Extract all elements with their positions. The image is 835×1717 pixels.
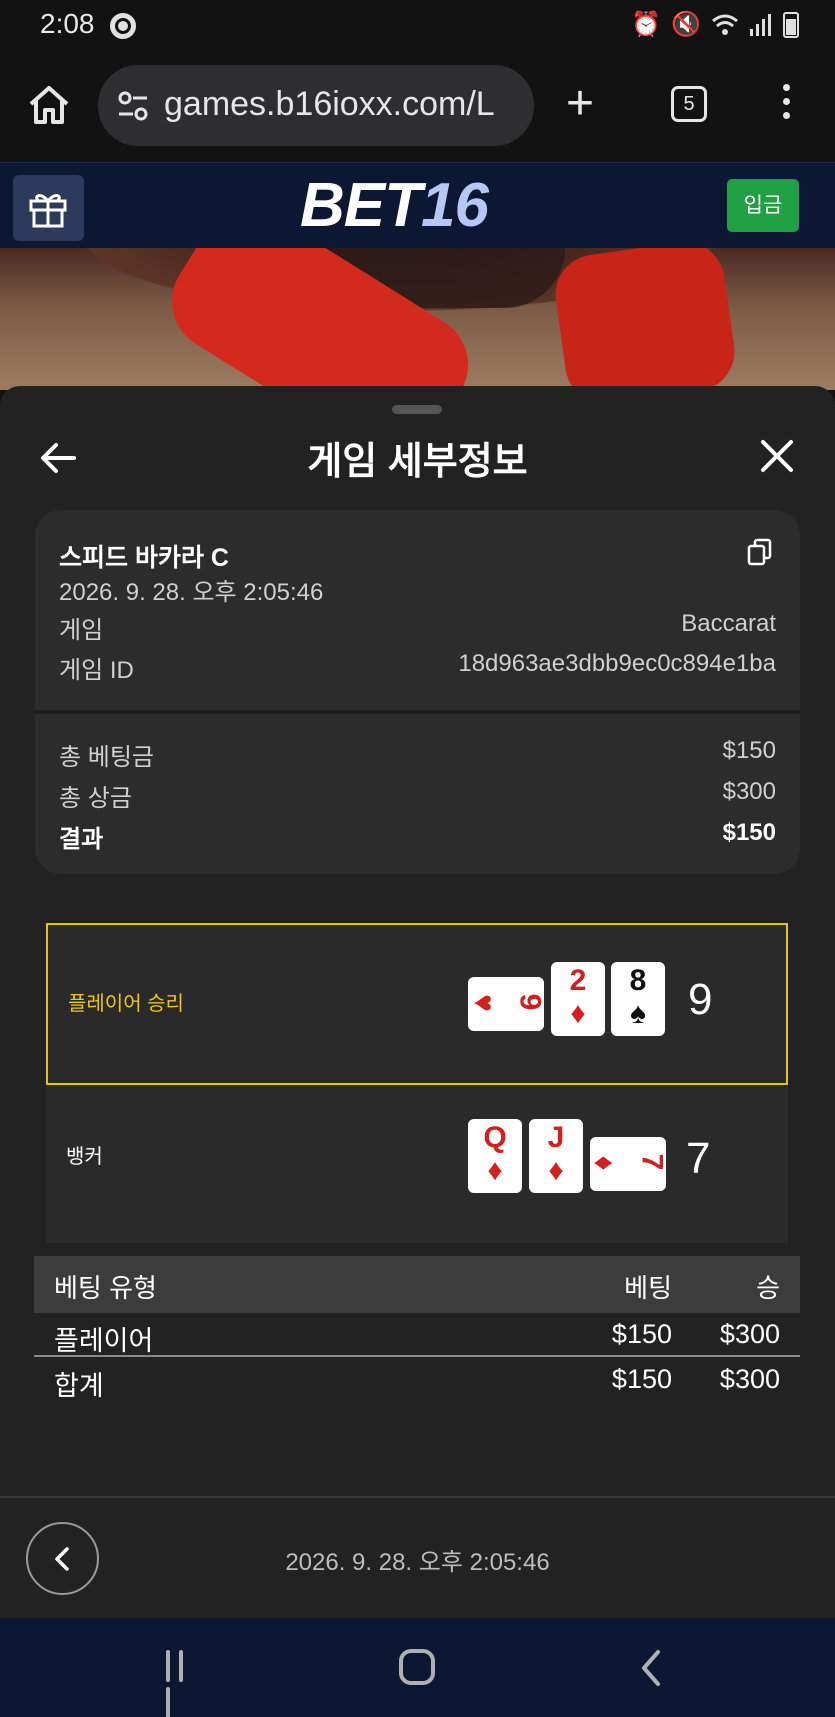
total-value: $300 [722,778,776,805]
system-nav-bar [0,1618,835,1717]
footer-datetime: 2026. 9. 28. 오후 2:05:46 [285,1549,550,1576]
bet-amount: $150 [611,1319,672,1349]
home-nav-icon[interactable] [399,1649,435,1685]
site-settings-icon[interactable] [116,89,150,123]
total-label: 총 베팅금 [59,744,154,771]
browser-toolbar: games.b16ioxx.com/L + 5 [0,50,835,162]
status-bar: 2:08 ⏰ 🔇 [0,0,835,50]
table-row: 플레이어 $150 $300 [34,1313,800,1357]
site-header: BET16 입금 [0,162,835,248]
address-bar[interactable]: games.b16ioxx.com/L [98,65,534,146]
banker-hand: 뱅커 Q ♦ J ♦ 7 ♦ 7 [46,1085,788,1243]
tabs-icon[interactable]: 5 [671,86,707,122]
playing-card: J ♦ [529,1119,583,1193]
wifi-icon [712,14,738,35]
deposit-button[interactable]: 입금 [727,179,799,232]
status-icons: ⏰ 🔇 [631,10,799,40]
playing-card: 7 ♦ [588,1137,669,1191]
close-icon[interactable] [757,436,797,476]
playing-card: 2 ♦ [551,962,605,1036]
total-win: $300 [719,1364,780,1394]
player-hand-label: 플레이어 승리 [68,993,184,1015]
total-label: 총 상금 [59,785,132,812]
total-bet: $150 [611,1364,672,1394]
header-bet: 베팅 [624,1273,672,1303]
back-nav-icon[interactable] [636,1648,666,1688]
more-icon[interactable] [776,80,796,130]
player-hand: 플레이어 승리 9 ♥ 2 ♦ 8 ♠ 9 [46,923,788,1085]
alarm-icon: ⏰ [631,11,662,38]
playing-card: 8 ♠ [611,962,665,1036]
site-logo[interactable]: BET16 [300,171,489,241]
sheet-title: 게임 세부정보 [307,441,528,483]
footer-divider [0,1496,835,1498]
bet-type: 플레이어 [54,1326,154,1356]
playing-card: 9 ♥ [467,977,547,1031]
banker-score: 7 [686,1134,711,1183]
result-row: 결과 $150 [59,819,776,854]
live-video [0,248,835,390]
mute-icon: 🔇 [671,11,701,38]
info-label: 게임 [59,617,104,644]
total-win-row: 총 상금 $300 [59,778,776,813]
win-amount: $300 [719,1319,780,1349]
result-label: 결과 [59,826,104,853]
game-details-sheet: 게임 세부정보 스피드 바카라 C 2026. 9. 28. 오후 2:05:4… [0,386,835,1618]
home-icon[interactable] [26,82,72,128]
info-label: 게임 ID [59,657,134,684]
sheet-handle[interactable] [392,405,442,414]
total-value: $150 [722,737,776,764]
banker-hand-label: 뱅커 [66,1146,103,1168]
header-bet-type: 베팅 유형 [54,1273,157,1303]
gift-button[interactable] [13,175,84,241]
info-row-game-id: 게임 ID 18d963ae3dbb9ec0c894e1ba [59,650,776,685]
game-name: 스피드 바카라 C [59,544,229,572]
new-tab-icon[interactable]: + [566,80,594,128]
status-time: 2:08 [40,8,95,39]
result-value: $150 [722,819,776,846]
info-row-game: 게임 Baccarat [59,610,776,645]
player-score: 9 [688,975,713,1024]
battery-icon [783,12,799,38]
total-bet-row: 총 베팅금 $150 [59,737,776,772]
url-text[interactable]: games.b16ioxx.com/L [164,85,520,124]
table-total-row: 합계 $150 $300 [34,1358,800,1402]
signal-icon [750,14,771,36]
copy-icon[interactable] [747,538,773,566]
playing-card: Q ♦ [468,1119,522,1193]
info-value: 18d963ae3dbb9ec0c894e1ba [458,650,776,677]
total-type: 합계 [54,1371,104,1401]
recents-icon[interactable] [166,1650,200,1717]
game-info-card: 스피드 바카라 C 2026. 9. 28. 오후 2:05:46 게임 Bac… [35,510,800,874]
gift-icon [29,194,67,228]
header-win: 승 [756,1273,780,1303]
info-value: Baccarat [681,610,776,637]
card-divider [35,710,800,714]
table-divider [34,1355,800,1357]
game-datetime: 2026. 9. 28. 오후 2:05:46 [59,579,324,606]
chrome-icon [110,13,136,39]
bet-table-header: 베팅 유형 베팅 승 [34,1256,800,1313]
